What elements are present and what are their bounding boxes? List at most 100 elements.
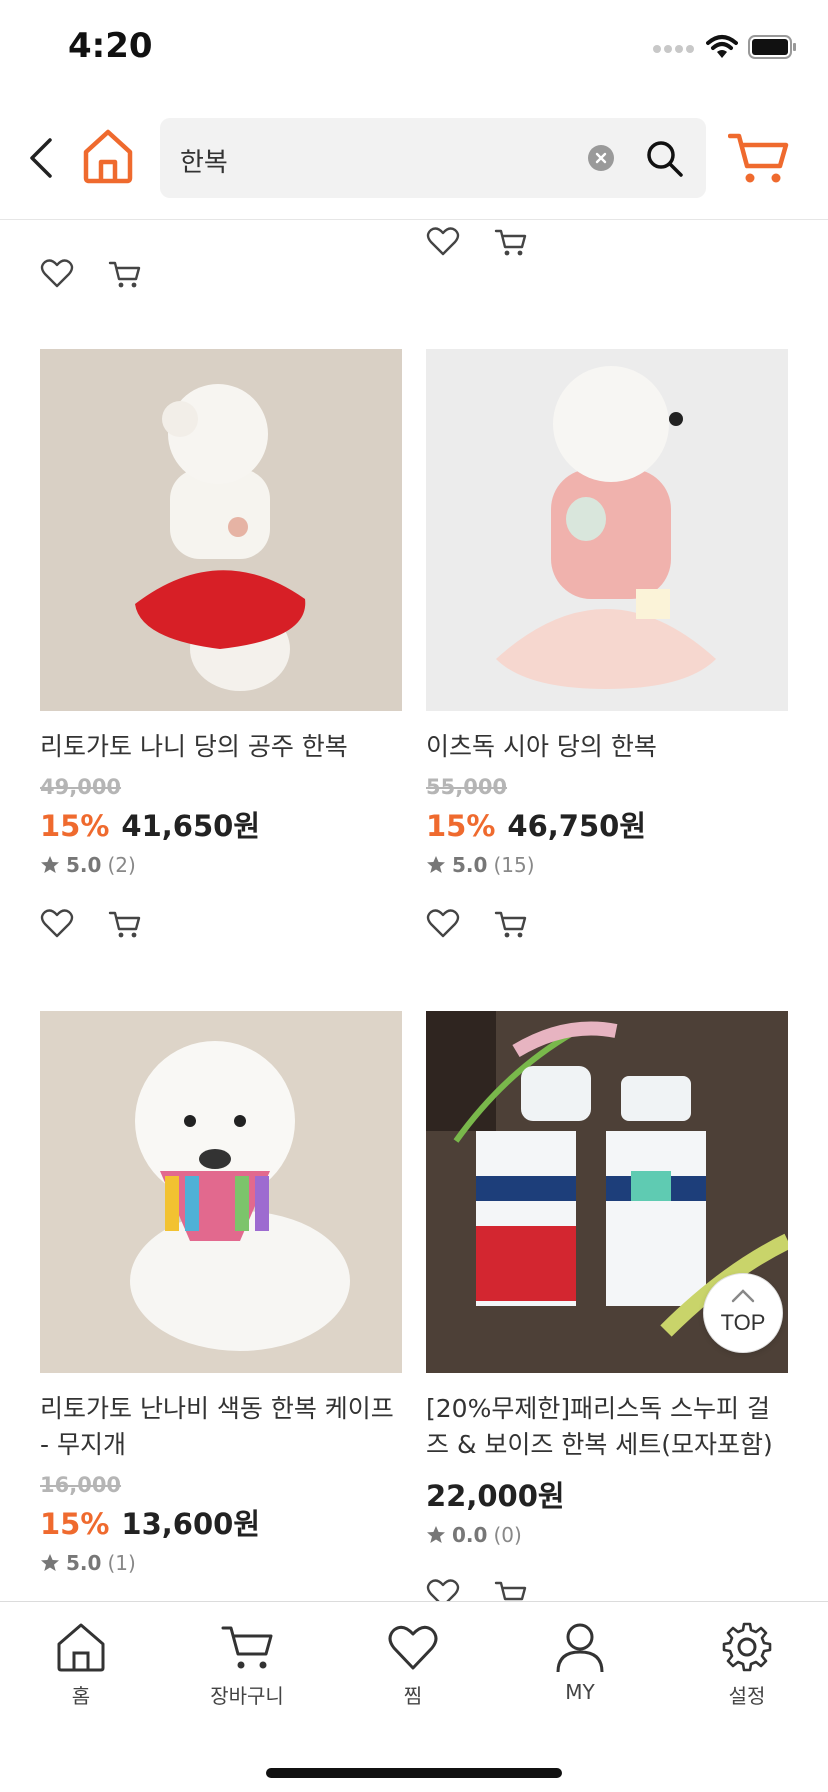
sale-price: 22,000원	[426, 1479, 565, 1513]
tab-settings[interactable]: 설정	[687, 1620, 807, 1709]
rating-row: 5.0 (2)	[40, 853, 402, 877]
review-count: (0)	[493, 1523, 522, 1547]
tab-home[interactable]: 홈	[21, 1620, 141, 1709]
product-image[interactable]	[40, 1011, 402, 1373]
scroll-to-top-label: TOP	[720, 1310, 766, 1335]
product-grid[interactable]: 리토가토 나니 당의 공주 한복 49,000 15% 41,650원 5.0 …	[0, 221, 828, 1601]
discount-rate: 15%	[426, 809, 496, 843]
add-to-cart-button[interactable]	[108, 257, 142, 291]
star-icon	[41, 856, 59, 873]
heart-icon	[426, 227, 460, 256]
price-row: 22,000원	[426, 1473, 788, 1515]
previous-row-actions-right	[426, 225, 528, 259]
heart-icon	[426, 909, 460, 938]
sale-price: 46,750원	[507, 809, 647, 843]
original-price: 49,000	[40, 775, 122, 799]
product-title: 이츠독 시아 당의 한복	[426, 732, 657, 761]
cart-icon	[494, 911, 527, 938]
previous-row-actions-left	[40, 257, 142, 291]
cart-icon	[494, 1581, 527, 1601]
star-icon	[427, 1526, 445, 1543]
cart-icon	[727, 133, 789, 183]
wishlist-button[interactable]	[426, 225, 460, 259]
add-to-cart-button[interactable]	[494, 225, 528, 259]
wishlist-button[interactable]	[426, 907, 460, 941]
status-time: 4:20	[68, 26, 153, 66]
card-actions	[426, 907, 788, 941]
tab-settings-label: 설정	[728, 1684, 766, 1708]
card-actions	[40, 907, 402, 941]
card-actions	[426, 1577, 788, 1601]
product-card[interactable]: 이츠독 시아 당의 한복 55,000 15% 46,750원 5.0 (15)	[426, 349, 788, 941]
status-bar: 4:20	[0, 0, 828, 100]
back-icon	[30, 138, 52, 178]
add-to-cart-button[interactable]	[494, 907, 528, 941]
home-indicator	[266, 1768, 562, 1778]
tab-home-label: 홈	[71, 1684, 91, 1708]
cart-icon	[108, 911, 141, 938]
product-image[interactable]	[426, 349, 788, 711]
bottom-tab-bar: 홈 장바구니 찜 MY 설정	[0, 1601, 828, 1792]
rating-value: 0.0	[452, 1523, 488, 1547]
product-title: [20%무제한]패리스독 스누피 걸즈 & 보이즈 한복 세트(모자포함)	[426, 1394, 773, 1459]
battery-icon	[748, 35, 796, 59]
top-navigation-bar: 한복	[0, 100, 828, 220]
review-count: (2)	[107, 853, 136, 877]
review-count: (1)	[107, 1551, 136, 1575]
wishlist-button[interactable]	[40, 907, 74, 941]
wishlist-button[interactable]	[426, 1577, 460, 1601]
sale-price: 13,600원	[121, 1507, 261, 1541]
user-icon	[556, 1623, 604, 1673]
add-to-cart-button[interactable]	[494, 1577, 528, 1601]
product-card[interactable]: 리토가토 나니 당의 공주 한복 49,000 15% 41,650원 5.0 …	[40, 349, 402, 941]
review-count: (15)	[493, 853, 535, 877]
cart-icon	[494, 229, 527, 256]
wishlist-button[interactable]	[40, 257, 74, 291]
wifi-icon	[706, 35, 738, 58]
status-icons	[652, 34, 798, 60]
discount-rate: 15%	[40, 809, 110, 843]
gear-icon	[722, 1622, 772, 1672]
rating-value: 5.0	[66, 853, 102, 877]
product-image[interactable]	[40, 349, 402, 711]
rating-value: 5.0	[66, 1551, 102, 1575]
tab-wishlist-label: 찜	[403, 1684, 423, 1708]
product-card[interactable]: 리토가토 난나비 색동 한복 케이프 - 무지개 16,000 15% 13,6…	[40, 1011, 402, 1575]
back-button[interactable]	[24, 134, 58, 182]
price-row: 15% 41,650원	[40, 803, 402, 845]
rating-row: 5.0 (15)	[426, 853, 788, 877]
price-row: 15% 13,600원	[40, 1501, 402, 1543]
product-title: 리토가토 난나비 색동 한복 케이프 - 무지개	[40, 1394, 394, 1459]
scroll-to-top-button[interactable]: TOP	[703, 1273, 783, 1353]
tab-cart-label: 장바구니	[210, 1684, 284, 1708]
search-query-text: 한복	[180, 148, 228, 178]
tab-wishlist[interactable]: 찜	[353, 1620, 473, 1709]
home-button[interactable]	[82, 128, 134, 184]
tab-my[interactable]: MY	[520, 1620, 640, 1704]
rating-row: 0.0 (0)	[426, 1523, 788, 1547]
cart-icon	[221, 1626, 273, 1669]
heart-icon	[40, 259, 74, 288]
heart-icon	[40, 909, 74, 938]
star-icon	[41, 1554, 59, 1571]
heart-icon	[426, 1579, 460, 1601]
add-to-cart-button[interactable]	[108, 907, 142, 941]
original-price: 16,000	[40, 1473, 122, 1497]
rating-row: 5.0 (1)	[40, 1551, 402, 1575]
rating-value: 5.0	[452, 853, 488, 877]
search-button[interactable]	[644, 138, 684, 178]
home-icon	[83, 129, 133, 184]
cart-icon	[108, 261, 141, 288]
search-icon	[647, 141, 683, 177]
tab-cart[interactable]: 장바구니	[187, 1620, 307, 1709]
heart-icon	[388, 1625, 438, 1670]
original-price: 55,000	[426, 775, 508, 799]
clear-search-button[interactable]	[588, 145, 614, 171]
home-icon	[57, 1623, 105, 1672]
signal-icon	[653, 45, 694, 53]
cart-button[interactable]	[727, 130, 790, 186]
price-row: 15% 46,750원	[426, 803, 788, 845]
chevron-up-icon	[731, 1289, 755, 1303]
search-input[interactable]: 한복	[160, 118, 706, 198]
product-title: 리토가토 나니 당의 공주 한복	[40, 732, 348, 761]
